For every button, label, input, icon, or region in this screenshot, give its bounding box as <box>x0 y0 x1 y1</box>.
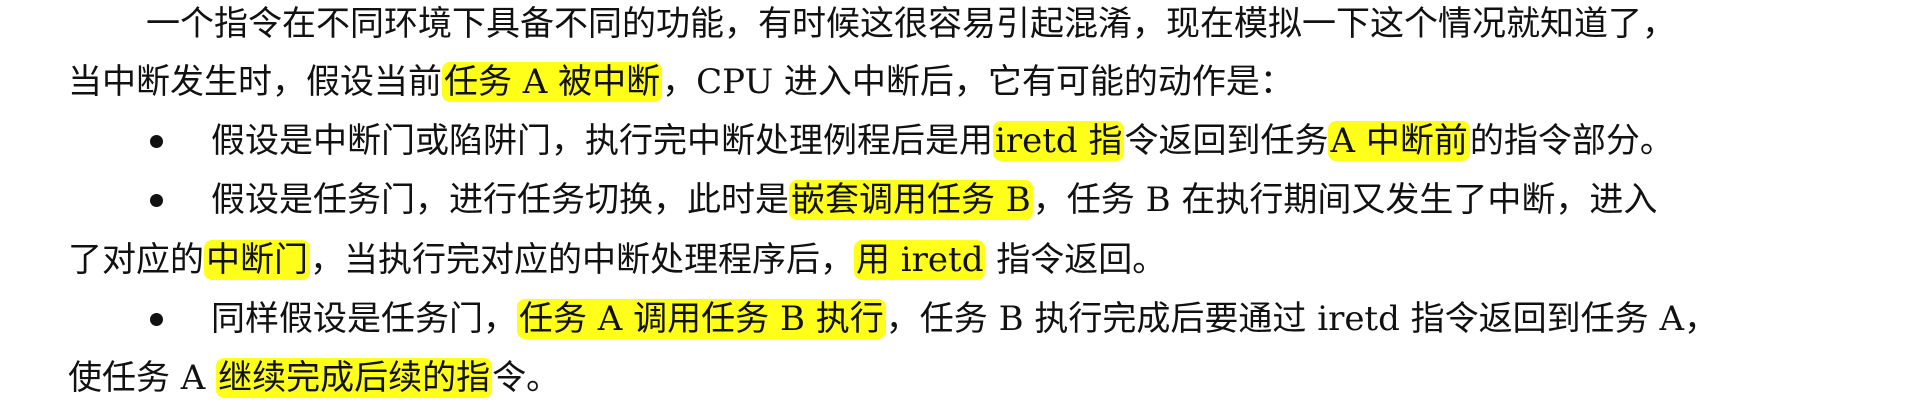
text: 的指令部分。 <box>1469 121 1674 161</box>
highlight: 任务 A 调用任务 B 执行 <box>517 299 886 339</box>
paragraph-line-1: 一个指令在不同环境下具备不同的功能，有时候这很容易引起混淆，现在模拟一下这个情况… <box>146 0 1676 48</box>
text: 使任务 A <box>68 358 217 398</box>
document-page: 一个指令在不同环境下具备不同的功能，有时候这很容易引起混淆，现在模拟一下这个情况… <box>0 0 1920 408</box>
text: 假设是中断门或陷阱门，执行完中断处理例程后是用 <box>211 121 993 161</box>
highlight: 任务 A 被中断 <box>442 62 663 102</box>
bullet-item-1: 假设是中断门或陷阱门，执行完中断处理例程后是用iretd 指令返回到任务A 中断… <box>211 117 1674 165</box>
text: ，CPU 进入中断后，它有可能的动作是： <box>662 62 1294 102</box>
highlight: 中断门 <box>204 240 310 280</box>
highlight: A 中断前 <box>1328 121 1470 161</box>
text: 令返回到任务 <box>1124 121 1329 161</box>
highlight: 嵌套调用任务 B <box>789 180 1033 220</box>
highlight: 用 iretd <box>854 240 986 280</box>
text: ，任务 B 执行完成后要通过 iretd 指令返回到任务 A， <box>885 299 1719 339</box>
text: 假设是任务门，进行任务切换，此时是 <box>211 180 789 220</box>
paragraph-line-2: 当中断发生时，假设当前任务 A 被中断，CPU 进入中断后，它有可能的动作是： <box>68 58 1294 106</box>
highlight: 继续完成后续的指 <box>216 358 493 398</box>
text: ，当执行完对应的中断处理程序后， <box>310 240 854 280</box>
bullet-item-2: 假设是任务门，进行任务切换，此时是嵌套调用任务 B，任务 B 在执行期间又发生了… <box>211 176 1657 224</box>
text: 同样假设是任务门， <box>211 299 517 339</box>
text: 了对应的 <box>68 240 204 280</box>
bullet-item-3: 同样假设是任务门，任务 A 调用任务 B 执行，任务 B 执行完成后要通过 ir… <box>211 295 1718 343</box>
text: ，任务 B 在执行期间又发生了中断，进入 <box>1032 180 1658 220</box>
text: 令。 <box>492 358 561 398</box>
bullet-dot <box>150 135 163 148</box>
page-edge-glyph <box>1908 388 1920 408</box>
text: 指令返回。 <box>985 240 1167 280</box>
bullet-dot <box>150 194 163 207</box>
highlight: iretd 指 <box>993 121 1125 161</box>
text: 一个指令在不同环境下具备不同的功能，有时候这很容易引起混淆，现在模拟一下这个情况… <box>146 4 1676 44</box>
bullet-dot <box>150 313 163 326</box>
bullet-item-3-continued: 使任务 A 继续完成后续的指令。 <box>68 354 560 402</box>
bullet-item-2-continued: 了对应的中断门，当执行完对应的中断处理程序后，用 iretd 指令返回。 <box>68 236 1166 284</box>
text: 当中断发生时，假设当前 <box>68 62 442 102</box>
